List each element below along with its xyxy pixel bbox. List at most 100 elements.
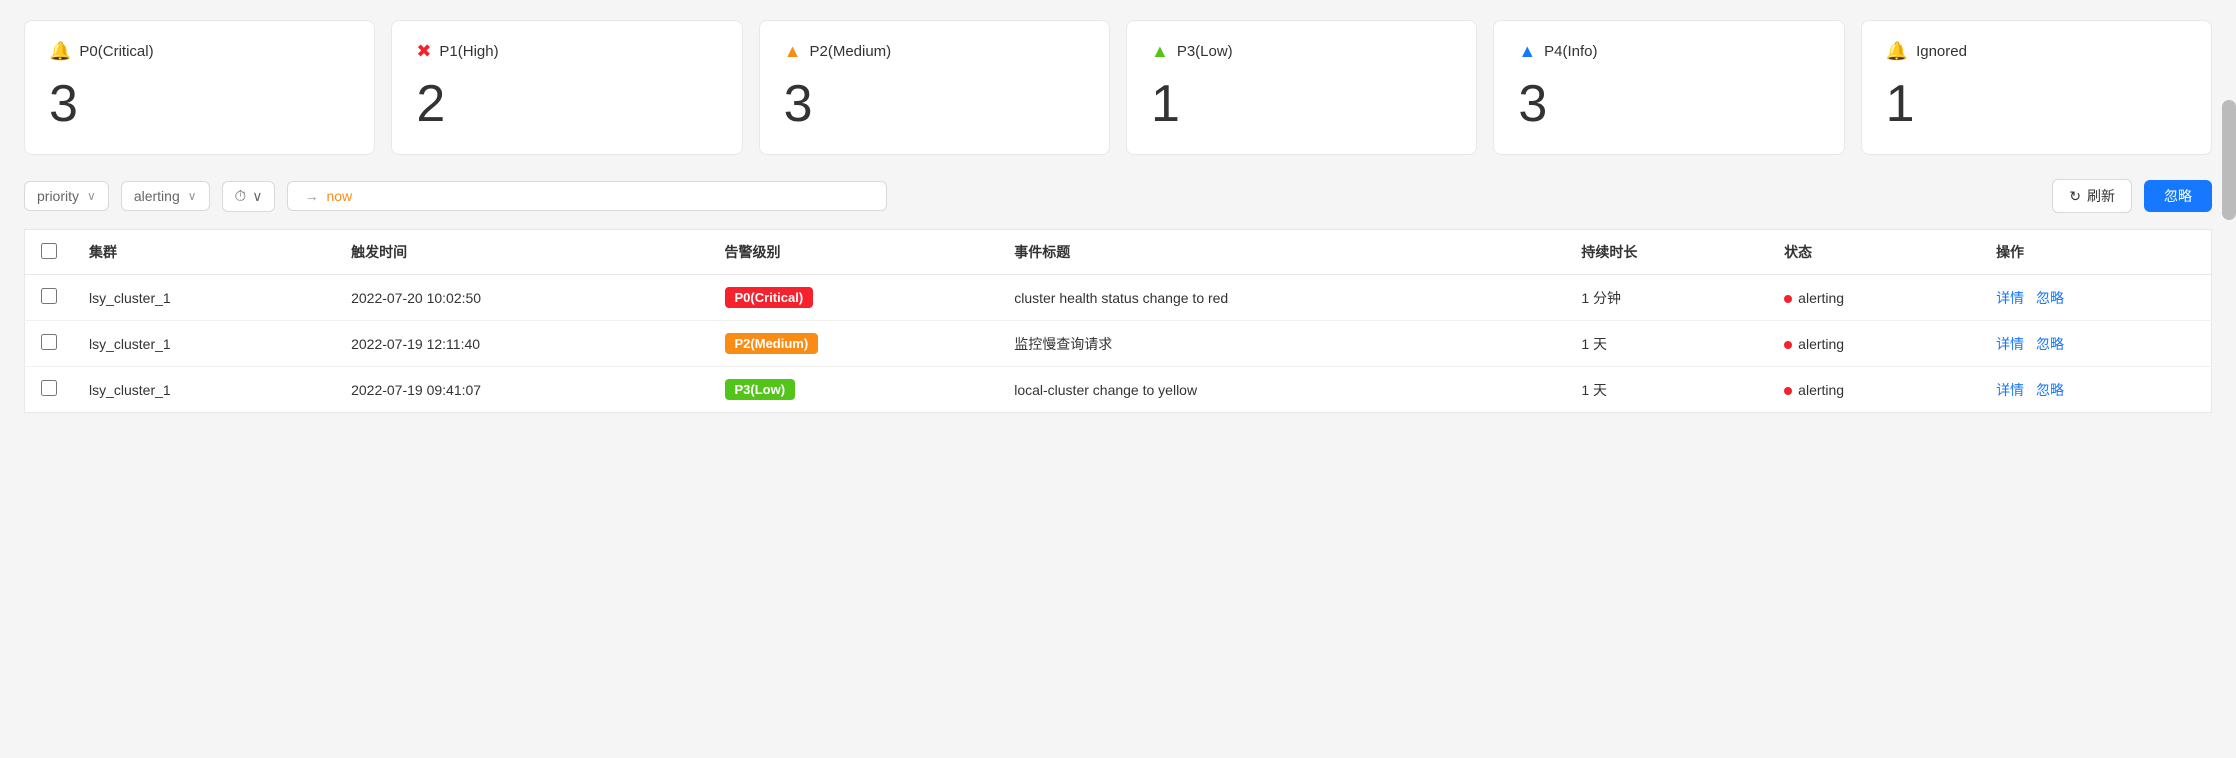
ignore-button[interactable]: 忽略 — [2144, 180, 2212, 212]
card-title-p0: 🔔 P0(Critical) — [49, 41, 350, 62]
card-title-p3: ▲ P3(Low) — [1151, 41, 1452, 62]
summary-card-ignored[interactable]: 🔔 Ignored 1 — [1861, 20, 2212, 155]
cell-duration-0: 1 分钟 — [1565, 275, 1768, 321]
status-dot-1 — [1784, 341, 1792, 349]
card-icon-p4: ▲ — [1518, 41, 1536, 62]
table-body: lsy_cluster_12022-07-20 10:02:50 P0(Criti… — [25, 275, 2212, 413]
col-header-3: 告警级别 — [709, 230, 999, 275]
cell-cluster-0: lsy_cluster_1 — [73, 275, 335, 321]
time-filter[interactable]: ⏱ ∨ — [222, 181, 276, 212]
priority-filter-label: priority — [37, 188, 79, 204]
filter-bar: priority ∨ alerting ∨ ⏱ ∨ → now ↻ 刷新 忽略 — [24, 179, 2212, 213]
row-checkbox-0[interactable] — [25, 275, 74, 321]
col-header-5: 持续时长 — [1565, 230, 1768, 275]
time-chevron-icon: ∨ — [252, 188, 262, 205]
card-icon-p2: ▲ — [784, 41, 802, 62]
cell-time-1: 2022-07-19 12:11:40 — [335, 321, 708, 367]
cell-cluster-2: lsy_cluster_1 — [73, 367, 335, 413]
cell-title-1: 监控慢查询请求 — [998, 321, 1565, 367]
clock-icon: ⏱ — [235, 188, 247, 205]
card-count-p1: 2 — [416, 78, 717, 130]
cell-cluster-1: lsy_cluster_1 — [73, 321, 335, 367]
cell-priority-2: P3(Low) — [709, 367, 999, 413]
arrow-icon: → — [304, 188, 318, 204]
scrollbar[interactable] — [2222, 100, 2236, 220]
row-checkbox-1[interactable] — [25, 321, 74, 367]
card-title-p4: ▲ P4(Info) — [1518, 41, 1819, 62]
card-icon-p0: 🔔 — [49, 41, 71, 62]
summary-card-p4[interactable]: ▲ P4(Info) 3 — [1493, 20, 1844, 155]
refresh-button[interactable]: ↻ 刷新 — [2052, 179, 2132, 213]
ignore-link-0[interactable]: 忽略 — [2036, 290, 2064, 306]
col-header-1: 集群 — [73, 230, 335, 275]
checkbox-2[interactable] — [41, 380, 57, 396]
detail-link-0[interactable]: 详情 — [1996, 290, 2024, 306]
cell-status-0: alerting — [1768, 275, 1980, 321]
card-label-p3: P3(Low) — [1177, 43, 1233, 60]
card-count-p0: 3 — [49, 78, 350, 130]
refresh-icon: ↻ — [2069, 188, 2081, 205]
card-label-p1: P1(High) — [439, 43, 498, 60]
status-chevron-icon: ∨ — [188, 189, 197, 203]
ignore-label: 忽略 — [2164, 188, 2192, 204]
card-icon-p1: ✖ — [416, 41, 431, 62]
cell-time-2: 2022-07-19 09:41:07 — [335, 367, 708, 413]
status-filter[interactable]: alerting ∨ — [121, 181, 210, 211]
cell-title-0: cluster health status change to red — [998, 275, 1565, 321]
time-range-box[interactable]: → now — [287, 181, 887, 211]
ignore-link-1[interactable]: 忽略 — [2036, 336, 2064, 352]
card-title-p2: ▲ P2(Medium) — [784, 41, 1085, 62]
col-header-4: 事件标题 — [998, 230, 1565, 275]
checkbox-0[interactable] — [41, 288, 57, 304]
cell-duration-2: 1 天 — [1565, 367, 1768, 413]
detail-link-1[interactable]: 详情 — [1996, 336, 2024, 352]
cell-title-2: local-cluster change to yellow — [998, 367, 1565, 413]
cell-status-1: alerting — [1768, 321, 1980, 367]
priority-badge-2: P3(Low) — [725, 379, 796, 400]
cell-time-0: 2022-07-20 10:02:50 — [335, 275, 708, 321]
card-count-p3: 1 — [1151, 78, 1452, 130]
time-range-now: now — [326, 188, 352, 204]
priority-chevron-icon: ∨ — [87, 189, 96, 203]
row-checkbox-2[interactable] — [25, 367, 74, 413]
cell-actions-2: 详情 忽略 — [1980, 367, 2211, 413]
status-text-2: alerting — [1798, 382, 1844, 398]
table-row: lsy_cluster_12022-07-19 12:11:40P2(Mediu… — [25, 321, 2212, 367]
cell-status-2: alerting — [1768, 367, 1980, 413]
priority-filter[interactable]: priority ∨ — [24, 181, 109, 211]
checkbox-1[interactable] — [41, 334, 57, 350]
page-container: 🔔 P0(Critical) 3 ✖ P1(High) 2 ▲ P2(Mediu… — [0, 0, 2236, 433]
cell-actions-1: 详情 忽略 — [1980, 321, 2211, 367]
cell-priority-0: P0(Critical) — [709, 275, 999, 321]
cell-priority-1: P2(Medium) — [709, 321, 999, 367]
priority-badge-0: P0(Critical) — [725, 287, 814, 308]
refresh-label: 刷新 — [2087, 186, 2115, 206]
summary-card-p3[interactable]: ▲ P3(Low) 1 — [1126, 20, 1477, 155]
summary-card-p1[interactable]: ✖ P1(High) 2 — [391, 20, 742, 155]
card-title-ignored: 🔔 Ignored — [1886, 41, 2187, 62]
summary-card-p2[interactable]: ▲ P2(Medium) 3 — [759, 20, 1110, 155]
cell-actions-0: 详情 忽略 — [1980, 275, 2211, 321]
card-label-ignored: Ignored — [1916, 43, 1967, 60]
status-filter-label: alerting — [134, 188, 180, 204]
table-header-row: 集群触发时间告警级别事件标题持续时长状态操作 — [25, 230, 2212, 275]
detail-link-2[interactable]: 详情 — [1996, 382, 2024, 398]
card-icon-p3: ▲ — [1151, 41, 1169, 62]
table-row: lsy_cluster_12022-07-19 09:41:07 P3(Low) l… — [25, 367, 2212, 413]
select-all-checkbox[interactable] — [41, 243, 57, 259]
card-label-p4: P4(Info) — [1544, 43, 1597, 60]
card-count-p4: 3 — [1518, 78, 1819, 130]
card-count-ignored: 1 — [1886, 78, 2187, 130]
card-label-p2: P2(Medium) — [809, 43, 891, 60]
summary-card-p0[interactable]: 🔔 P0(Critical) 3 — [24, 20, 375, 155]
ignore-link-2[interactable]: 忽略 — [2036, 382, 2064, 398]
card-count-p2: 3 — [784, 78, 1085, 130]
status-text-1: alerting — [1798, 336, 1844, 352]
col-header-0 — [25, 230, 74, 275]
cell-duration-1: 1 天 — [1565, 321, 1768, 367]
col-header-2: 触发时间 — [335, 230, 708, 275]
col-header-6: 状态 — [1768, 230, 1980, 275]
status-dot-0 — [1784, 295, 1792, 303]
status-dot-2 — [1784, 387, 1792, 395]
summary-cards: 🔔 P0(Critical) 3 ✖ P1(High) 2 ▲ P2(Mediu… — [24, 20, 2212, 155]
